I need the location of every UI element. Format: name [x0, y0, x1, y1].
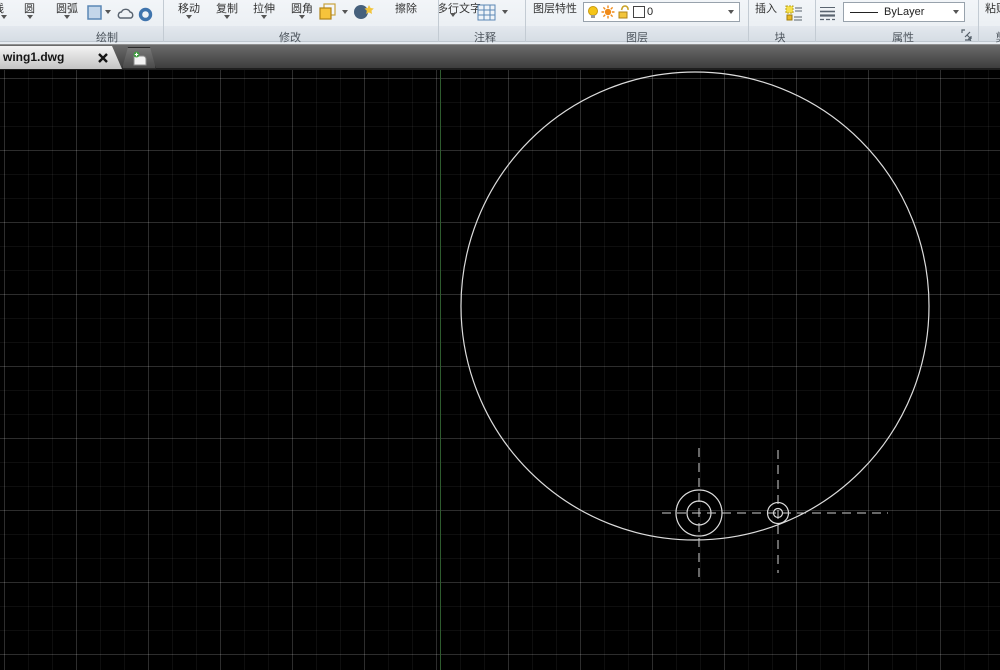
panel-title-draw[interactable]: 绘制: [96, 29, 118, 45]
circle-button[interactable]: 圆: [24, 0, 35, 16]
panel-separator: [525, 0, 526, 42]
layer-thaw-sun-icon[interactable]: [601, 5, 615, 19]
panel-title-modify[interactable]: 修改: [279, 29, 301, 45]
stretch-dropdown-arrow-icon[interactable]: [261, 15, 267, 19]
panel-title-annotate[interactable]: 注释: [474, 29, 496, 45]
drawing-geometry[interactable]: [0, 70, 1000, 670]
fillet-button[interactable]: 圆角: [291, 0, 313, 16]
layer-properties-button[interactable]: 图层特性: [533, 0, 577, 16]
panel-separator: [748, 0, 749, 42]
panel-separator: [978, 0, 979, 42]
new-drawing-icon: [132, 51, 149, 66]
line-button[interactable]: 线: [0, 0, 4, 16]
fillet-dropdown-arrow-icon[interactable]: [299, 15, 305, 19]
copy-button[interactable]: 复制: [216, 0, 238, 16]
layer-color-swatch-icon[interactable]: [633, 6, 645, 18]
insert-attributes-icon[interactable]: [785, 4, 803, 23]
erase-button[interactable]: 擦除: [395, 0, 417, 16]
close-icon[interactable]: [97, 52, 109, 64]
mtext-dropdown-arrow-icon[interactable]: [450, 13, 456, 17]
array-tool-icon[interactable]: [318, 2, 338, 22]
ribbon-panel-title-row: [0, 26, 1000, 42]
panel-title-layers[interactable]: 图层: [626, 29, 648, 45]
layer-combo-arrow[interactable]: [723, 4, 738, 20]
arc-dropdown-arrow-icon[interactable]: [64, 15, 70, 19]
move-button[interactable]: 移动: [178, 0, 200, 16]
autocad-window: 线 圆 圆弧 移动 复制 拉伸 圆角 擦除: [0, 0, 1000, 670]
array-dropdown-arrow-icon[interactable]: [342, 10, 348, 14]
move-dropdown-arrow-icon[interactable]: [186, 15, 192, 19]
layer-combo[interactable]: 0: [583, 2, 740, 22]
insert-block-button[interactable]: 插入: [755, 0, 777, 16]
layer-unlock-icon[interactable]: [617, 5, 630, 19]
arc-button[interactable]: 圆弧: [56, 0, 78, 16]
linetype-list-icon[interactable]: [819, 5, 836, 21]
revision-cloud-icon[interactable]: [116, 6, 136, 22]
current-layer-value: 0: [647, 6, 653, 18]
drawing-canvas[interactable]: [0, 70, 1000, 670]
table-tool-icon[interactable]: [477, 4, 496, 21]
explode-tool-icon[interactable]: [352, 2, 374, 21]
circle-dropdown-arrow-icon[interactable]: [27, 15, 33, 19]
new-drawing-tab-button[interactable]: [122, 47, 156, 69]
panel-title-properties[interactable]: 属性: [892, 29, 914, 45]
rectangle-tool-icon[interactable]: [86, 4, 103, 21]
panel-separator: [815, 0, 816, 42]
bylayer-combo[interactable]: ByLayer: [843, 2, 965, 22]
drawing-tab-label: wing1.dwg: [3, 50, 64, 64]
bylayer-combo-arrow[interactable]: [948, 4, 963, 20]
panel-separator: [438, 0, 439, 42]
table-dropdown-arrow-icon[interactable]: [502, 10, 508, 14]
line-preview: [850, 12, 878, 13]
paste-button[interactable]: 粘贴: [985, 0, 1000, 16]
copy-dropdown-arrow-icon[interactable]: [224, 15, 230, 19]
drawing-tab[interactable]: wing1.dwg: [0, 46, 122, 69]
bylayer-value: ByLayer: [884, 6, 924, 18]
stretch-button[interactable]: 拉伸: [253, 0, 275, 16]
properties-dialog-launcher-icon[interactable]: [961, 29, 973, 41]
drawing-tab-bar: wing1.dwg: [0, 44, 1000, 70]
circle-entity[interactable]: [461, 72, 929, 540]
mtext-button[interactable]: 多行文字: [437, 0, 481, 16]
layer-on-bulb-icon[interactable]: [587, 5, 599, 19]
ribbon: 线 圆 圆弧 移动 复制 拉伸 圆角 擦除: [0, 0, 1000, 44]
line-dropdown-arrow-icon[interactable]: [1, 15, 7, 19]
panel-title-clipboard[interactable]: 剪贴板: [996, 29, 1000, 45]
rectangle-dropdown-arrow-icon[interactable]: [105, 10, 111, 14]
panel-title-block[interactable]: 块: [775, 29, 786, 45]
donut-tool-icon[interactable]: [138, 7, 153, 22]
panel-separator: [163, 0, 164, 42]
